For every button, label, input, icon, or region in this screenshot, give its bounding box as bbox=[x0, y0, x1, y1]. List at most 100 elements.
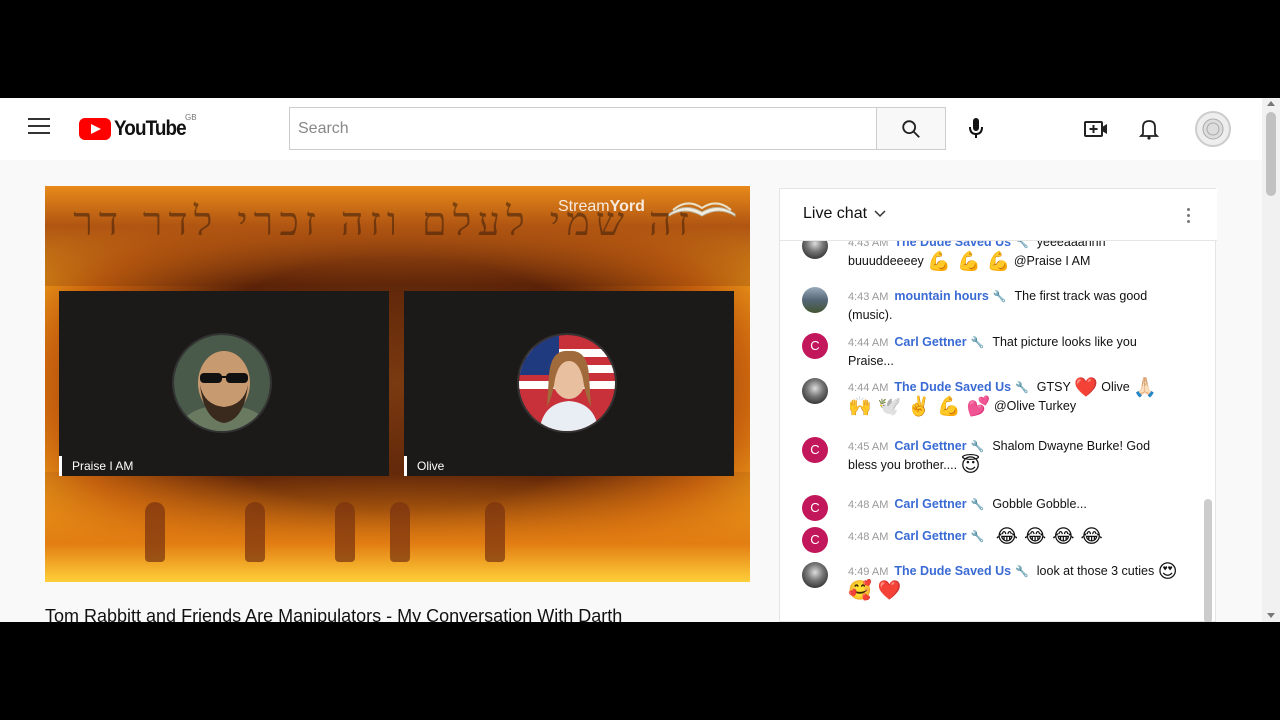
flame-shape bbox=[390, 502, 410, 562]
wrench-icon: 🔧 bbox=[1015, 241, 1029, 249]
video-add-icon bbox=[1084, 121, 1107, 137]
message-author[interactable]: Carl Gettner bbox=[894, 529, 966, 543]
message-author[interactable]: Carl Gettner bbox=[894, 439, 966, 453]
youtube-logo[interactable]: YouTube GB bbox=[79, 113, 197, 141]
message-text: That picture looks like you Praise... bbox=[848, 335, 1137, 368]
message-time: 4:43 AM bbox=[848, 291, 889, 303]
letterbox-top bbox=[0, 0, 1280, 98]
message-time: 4:45 AM bbox=[848, 441, 889, 453]
menu-icon[interactable] bbox=[28, 118, 50, 136]
flame-shape bbox=[485, 502, 505, 562]
chat-message: C 4:44 AM Carl Gettner 🔧 That picture looks… bbox=[802, 333, 1182, 370]
letterbox-bottom bbox=[0, 622, 1280, 720]
chat-avatar: C bbox=[802, 527, 828, 553]
message-text: GTSY bbox=[1036, 380, 1071, 394]
video-title: Tom Rabbitt and Friends Are Manipulators… bbox=[45, 606, 623, 622]
logo-text: YouTube bbox=[114, 117, 187, 140]
voice-search-button[interactable] bbox=[956, 108, 996, 148]
message-time: 4:49 AM bbox=[848, 566, 889, 578]
open-book-icon bbox=[668, 202, 736, 217]
chat-message: 4:49 AM The Dude Saved Us 🔧 look at those 3… bbox=[802, 562, 1182, 600]
scroll-down-arrow-icon[interactable] bbox=[1267, 613, 1275, 618]
participant-avatar bbox=[517, 333, 617, 433]
wrench-icon: 🔧 bbox=[970, 499, 985, 511]
search-button[interactable] bbox=[876, 107, 946, 150]
live-chat-header: Live chat bbox=[780, 189, 1217, 241]
watermark-prefix: Stream bbox=[558, 198, 610, 215]
coin-icon bbox=[1202, 118, 1224, 140]
country-code: GB bbox=[185, 113, 197, 122]
message-time: 4:43 AM bbox=[848, 241, 889, 249]
message-author[interactable]: mountain hours bbox=[894, 289, 988, 303]
masthead: YouTube GB bbox=[0, 98, 1262, 160]
chat-message: C 4:48 AM Carl Gettner 🔧 😂 😂 😂 😂 bbox=[802, 525, 1182, 553]
microphone-icon bbox=[969, 118, 983, 138]
chat-avatar: C bbox=[802, 495, 828, 521]
message-emoji: 😇 bbox=[960, 454, 981, 477]
scrollbar-thumb[interactable] bbox=[1266, 112, 1276, 196]
message-author[interactable]: Carl Gettner bbox=[894, 497, 966, 511]
scroll-up-arrow-icon[interactable] bbox=[1267, 101, 1275, 106]
live-chat-title: Live chat bbox=[803, 205, 868, 222]
chat-avatar: C bbox=[802, 437, 828, 463]
message-time: 4:48 AM bbox=[848, 499, 889, 511]
more-options-icon[interactable] bbox=[1178, 203, 1198, 227]
chat-message: 4:43 AM mountain hours 🔧 The first track wa… bbox=[802, 287, 1182, 324]
message-author[interactable]: Carl Gettner bbox=[894, 335, 966, 349]
bell-icon bbox=[1139, 120, 1159, 140]
wrench-icon: 🔧 bbox=[1015, 566, 1029, 578]
youtube-play-icon bbox=[79, 118, 111, 140]
message-time: 4:44 AM bbox=[848, 337, 889, 349]
wrench-icon: 🔧 bbox=[992, 291, 1007, 303]
participant-name: Praise I AM bbox=[59, 456, 133, 476]
live-chat-mode-selector[interactable]: Live chat bbox=[803, 205, 887, 223]
message-emoji: 😂 😂 😂 😂 bbox=[995, 525, 1103, 548]
message-emoji: 💪 💪 💪 bbox=[927, 250, 1011, 273]
flame-shape bbox=[245, 502, 265, 562]
chevron-down-icon bbox=[874, 210, 886, 218]
chat-message: C 4:45 AM Carl Gettner 🔧 Shalom Dwayne Burk… bbox=[802, 437, 1182, 475]
chat-message: C 4:48 AM Carl Gettner 🔧 Gobble Gobble... bbox=[802, 495, 1182, 521]
message-author[interactable]: The Dude Saved Us bbox=[894, 241, 1011, 249]
create-button[interactable] bbox=[1076, 113, 1116, 145]
notifications-button[interactable] bbox=[1131, 113, 1167, 145]
account-avatar[interactable] bbox=[1195, 111, 1231, 147]
search-icon bbox=[902, 119, 920, 138]
search-input[interactable] bbox=[289, 107, 876, 150]
message-text: look at those 3 cuties bbox=[1036, 564, 1155, 578]
wrench-icon: 🔧 bbox=[970, 337, 985, 349]
chat-messages: 4:43 AM The Dude Saved Us 🔧 yeeeaaahhh buuu… bbox=[780, 241, 1205, 622]
message-emoji: ❤️ bbox=[1074, 376, 1098, 399]
message-mention: @Olive Turkey bbox=[993, 399, 1077, 413]
wrench-icon: 🔧 bbox=[970, 531, 985, 543]
chat-message: 4:43 AM The Dude Saved Us 🔧 yeeeaaahhh buuu… bbox=[802, 241, 1182, 271]
youtube-page: YouTube GB זה שמי לעלם וזה זכרי לדר דר S… bbox=[0, 98, 1280, 622]
wrench-icon: 🔧 bbox=[1015, 382, 1029, 394]
message-time: 4:48 AM bbox=[848, 531, 889, 543]
message-author[interactable]: The Dude Saved Us bbox=[894, 380, 1011, 394]
message-mention: @Praise I AM bbox=[1013, 254, 1091, 268]
flame-shape bbox=[145, 502, 165, 562]
message-time: 4:44 AM bbox=[848, 382, 889, 394]
participant-tile: Praise I AM bbox=[59, 291, 389, 476]
message-text: Gobble Gobble... bbox=[992, 497, 1087, 511]
participant-tile: Olive bbox=[404, 291, 734, 476]
participant-avatar bbox=[172, 333, 272, 433]
streamyard-watermark: StreamYord bbox=[558, 198, 645, 216]
woman-with-flag-image bbox=[519, 335, 615, 431]
participant-name: Olive bbox=[404, 456, 444, 476]
chat-message: 4:44 AM The Dude Saved Us 🔧 GTSY ❤️ Olive 🙏… bbox=[802, 378, 1182, 416]
flame-shape bbox=[335, 502, 355, 562]
chat-avatar bbox=[802, 562, 828, 588]
chat-avatar bbox=[802, 241, 828, 259]
man-with-sunglasses-image bbox=[174, 335, 270, 431]
video-player[interactable]: זה שמי לעלם וזה זכרי לדר דר StreamYord P… bbox=[45, 186, 750, 582]
message-text-tail: Olive bbox=[1101, 380, 1130, 394]
chat-scrollbar[interactable] bbox=[1204, 499, 1212, 622]
message-author[interactable]: The Dude Saved Us bbox=[894, 564, 1011, 578]
page-scrollbar[interactable] bbox=[1262, 98, 1280, 622]
live-chat-panel: Live chat 4:43 AM The Dude Saved Us 🔧 yeeea… bbox=[779, 188, 1217, 622]
chat-avatar bbox=[802, 378, 828, 404]
chat-avatar: C bbox=[802, 333, 828, 359]
watermark-suffix: Yord bbox=[609, 198, 645, 215]
